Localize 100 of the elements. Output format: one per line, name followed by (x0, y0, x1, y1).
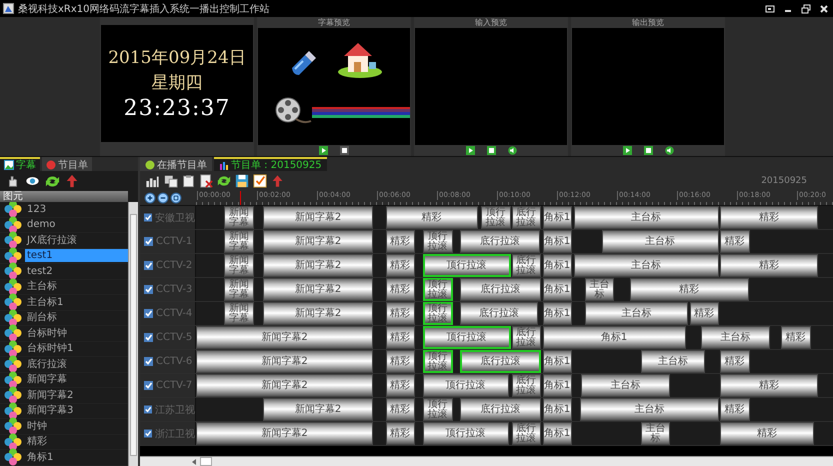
schedule-clip[interactable]: 主台标 (602, 230, 718, 253)
schedule-clip[interactable]: 顶行拉滚 (422, 350, 452, 373)
schedule-clip[interactable]: 精彩 (386, 398, 414, 421)
checkbox[interactable] (144, 357, 153, 366)
schedule-clip[interactable]: 底行拉滚 (460, 302, 538, 325)
schedule-clip[interactable]: 主台标 (585, 278, 614, 301)
close-icon[interactable] (819, 4, 829, 14)
schedule-clip[interactable]: 主台标 (574, 254, 718, 277)
schedule-clip[interactable]: 底行拉滚 (460, 398, 540, 421)
schedule-clip[interactable]: 主台标 (574, 206, 718, 229)
speaker-icon[interactable] (508, 146, 516, 155)
schedule-clip[interactable]: 顶行拉滚 (422, 302, 452, 325)
library-item[interactable]: 底行拉滚 (25, 358, 69, 371)
schedule-clip[interactable]: 新闻字幕 (224, 230, 254, 253)
panel-tab[interactable]: 字幕 (0, 157, 40, 171)
schedule-clip[interactable]: 新闻字幕2 (263, 254, 373, 277)
schedule-clip[interactable]: 新闻字幕 (224, 206, 254, 229)
library-item[interactable]: test2 (25, 264, 55, 278)
schedule-clip[interactable]: 精彩 (386, 206, 478, 229)
schedule-clip[interactable]: 精彩 (386, 278, 414, 301)
library-item[interactable]: 台标时钟1 (25, 342, 76, 356)
schedule-clip[interactable]: 顶行拉滚 (422, 326, 510, 349)
stop-icon[interactable] (340, 146, 349, 155)
schedule-clip[interactable]: 主台标 (641, 350, 705, 373)
panel-tab[interactable]: 在播节目单 (140, 157, 212, 171)
checkbox[interactable] (144, 237, 153, 246)
schedule-clip[interactable]: 角标1 (542, 302, 572, 325)
copy-icon[interactable] (164, 174, 178, 188)
checkbox[interactable] (144, 261, 153, 270)
schedule-clip[interactable]: 顶行拉滚 (422, 278, 452, 301)
schedule-clip[interactable]: 新闻字幕2 (263, 278, 373, 301)
schedule-clip[interactable]: 主台标 (641, 422, 670, 445)
schedule-clip[interactable]: 精彩 (720, 254, 818, 277)
checkbox[interactable] (144, 285, 153, 294)
schedule-clip[interactable]: 新闻字幕2 (196, 422, 373, 445)
schedule-clip[interactable]: 精彩 (690, 302, 718, 325)
schedule-clip[interactable]: 顶行拉滚 (422, 422, 508, 445)
save-icon[interactable] (235, 174, 249, 188)
schedule-clip[interactable]: 底行拉滚 (512, 254, 540, 277)
schedule-clip[interactable]: 精彩 (630, 278, 748, 301)
schedule-clip[interactable]: 精彩 (720, 398, 750, 421)
window-mode-icon[interactable] (765, 4, 775, 14)
checkbox[interactable] (144, 405, 152, 414)
play-icon[interactable] (622, 146, 632, 155)
schedule-clip[interactable]: 底行拉滚 (460, 278, 540, 301)
schedule-clip[interactable]: 精彩 (720, 374, 818, 397)
library-item[interactable]: 角标1 (25, 450, 56, 464)
checkbox[interactable] (144, 213, 152, 222)
schedule-clip[interactable]: 精彩 (720, 206, 818, 229)
schedule-clip[interactable]: 角标1 (542, 326, 686, 349)
checkbox[interactable] (144, 381, 153, 390)
clipboard-icon[interactable] (182, 174, 195, 188)
schedule-clip[interactable]: 顶行拉滚 (422, 254, 510, 277)
schedule-clip[interactable]: 精彩 (386, 374, 414, 397)
schedule-clip[interactable]: 顶行拉滚 (422, 398, 452, 421)
schedule-clip[interactable]: 主台标 (581, 374, 670, 397)
hand-icon[interactable] (6, 174, 20, 188)
library-item[interactable]: 新闻字幕 (25, 373, 69, 386)
schedule-clip[interactable]: 角标1 (542, 374, 572, 397)
play-icon[interactable] (466, 146, 474, 155)
library-item[interactable]: 新闻字幕3 (25, 404, 76, 418)
schedule-clip[interactable]: 角标1 (542, 230, 572, 253)
schedule-clip[interactable]: 精彩 (386, 326, 414, 349)
library-item[interactable]: 主台标 (25, 280, 59, 294)
up-arrow-icon[interactable] (65, 174, 79, 188)
schedule-clip[interactable]: 主台标 (701, 326, 770, 349)
stop-icon[interactable] (486, 146, 496, 155)
schedule-clip[interactable]: 顶行拉滚 (422, 374, 508, 397)
library-item[interactable]: 时钟 (25, 420, 49, 433)
schedule-clip[interactable]: 新闻字幕2 (196, 374, 373, 397)
schedule-clip[interactable]: 主台标 (585, 302, 688, 325)
checkbox[interactable] (144, 429, 152, 438)
schedule-clip[interactable]: 顶行拉滚 (422, 230, 452, 253)
schedule-clip[interactable]: 新闻字幕2 (263, 230, 373, 253)
eye-icon[interactable] (25, 174, 40, 188)
restore-icon[interactable] (801, 4, 811, 14)
schedule-clip[interactable]: 精彩 (386, 350, 414, 373)
library-item[interactable]: 副台标 (25, 311, 59, 324)
refresh-icon[interactable] (217, 174, 231, 188)
schedule-clip[interactable]: 新闻字幕 (224, 254, 254, 277)
scrollbar-thumb[interactable] (200, 457, 212, 466)
zoom-in-icon[interactable] (144, 192, 156, 204)
schedule-clip[interactable]: 角标1 (542, 350, 572, 373)
schedule-clip[interactable]: 顶行拉滚 (480, 206, 510, 229)
library-item[interactable]: 台标时钟 (25, 326, 69, 340)
schedule-clip[interactable]: 新闻字幕 (224, 278, 254, 301)
scrollbar-thumb[interactable] (130, 214, 137, 456)
schedule-clip[interactable]: 底行拉滚 (460, 350, 540, 373)
schedule-clip[interactable]: 角标1 (542, 398, 572, 421)
schedule-clip[interactable]: 角标1 (542, 254, 572, 277)
refresh-icon[interactable] (45, 174, 60, 188)
checkbox[interactable] (144, 309, 153, 318)
schedule-clip[interactable]: 精彩 (386, 230, 414, 253)
schedule-clip[interactable]: 精彩 (386, 254, 414, 277)
zoom-fit-icon[interactable] (170, 192, 182, 204)
schedule-clip[interactable]: 精彩 (720, 422, 814, 445)
schedule-clip[interactable]: 新闻字幕2 (196, 326, 373, 349)
horizontal-scrollbar[interactable] (140, 456, 833, 466)
schedule-clip[interactable]: 底行拉滚 (512, 422, 540, 445)
schedule-clip[interactable]: 底行拉滚 (512, 206, 540, 229)
